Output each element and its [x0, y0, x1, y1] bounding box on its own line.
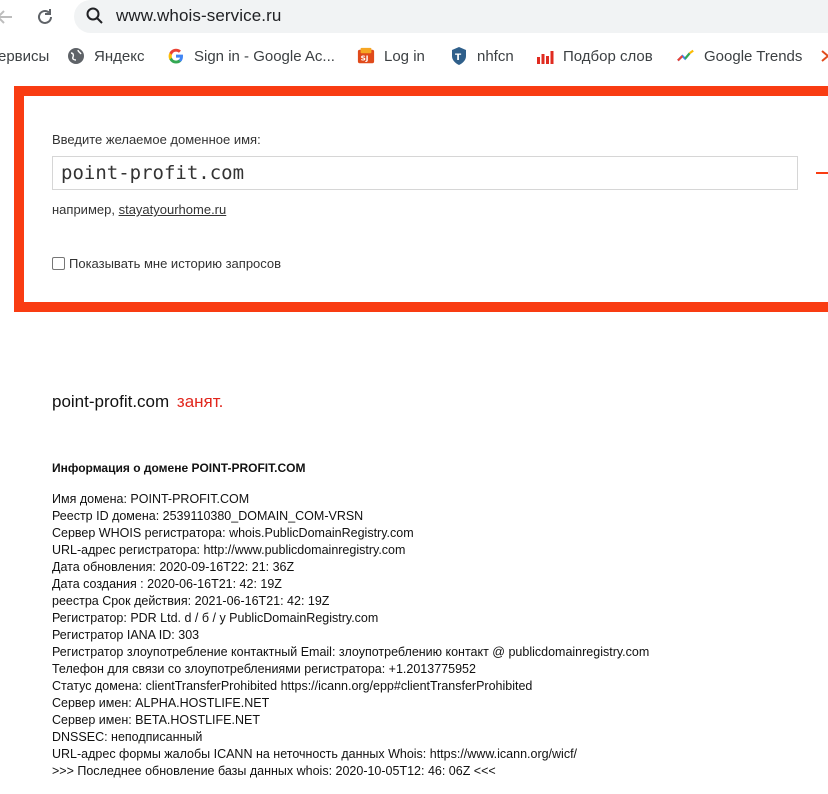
result-domain: point-profit.com: [52, 392, 170, 411]
bookmark-yandex[interactable]: Яндекс: [67, 45, 144, 67]
whois-line: Регистратор: PDR Ltd. d / б / у PublicDo…: [52, 611, 379, 625]
whois-line: Реестр ID домена: 2539110380_DOMAIN_COM-…: [52, 509, 364, 523]
whois-line: DNSSEC: неподписанный: [52, 730, 203, 744]
bookmark-label: Log in: [384, 47, 425, 65]
bookmark-google-signin[interactable]: Sign in - Google Ac...: [167, 45, 335, 67]
bookmark-label: Google Trends: [704, 47, 803, 65]
example-prefix: например,: [52, 202, 115, 217]
bookmarks-bar: ервисы Яндекс Sign in - Google Ac... SJ …: [0, 40, 828, 72]
svg-text:T: T: [455, 53, 462, 63]
bookmark-login[interactable]: SJ Log in: [357, 45, 425, 67]
domain-info-heading: Информация о домене POINT-PROFIT.COM: [52, 461, 306, 475]
domain-input-label: Введите желаемое доменное имя:: [52, 132, 261, 147]
whois-line: Имя домена: POINT-PROFIT.COM: [52, 492, 250, 506]
svg-text:SJ: SJ: [361, 54, 369, 63]
bookmarks-overflow-icon[interactable]: [820, 45, 828, 67]
globe-icon: [67, 47, 85, 65]
bookmark-label: Sign in - Google Ac...: [194, 47, 335, 65]
bookmark-label: Яндекс: [94, 47, 145, 65]
google-icon: [167, 47, 185, 65]
bookmark-word-selection[interactable]: Подбор слов: [536, 45, 653, 67]
bookmark-label: ервисы: [0, 47, 50, 65]
reload-icon[interactable]: [32, 4, 58, 30]
whois-line: Сервер имен: BETA.HOSTLIFE.NET: [52, 713, 260, 727]
whois-line: Статус домена: clientTransferProhibited …: [52, 679, 533, 693]
whois-line: Дата создания : 2020-06-16T21: 42: 19Z: [52, 577, 282, 591]
badge-icon: T: [450, 47, 468, 65]
example-hint: например, stayatyourhome.ru: [52, 202, 226, 217]
bar-chart-icon: [536, 47, 554, 65]
address-bar[interactable]: www.whois-service.ru: [74, 0, 828, 33]
whois-line: Регистратор IANA ID: 303: [52, 628, 200, 642]
bookmark-google-trends[interactable]: Google Trends: [677, 45, 802, 67]
whois-line: >>> Последнее обновление базы данных who…: [52, 764, 496, 778]
example-link[interactable]: stayatyourhome.ru: [119, 202, 227, 217]
search-icon: [86, 7, 104, 30]
whois-line: Телефон для связи со злоупотреблениями р…: [52, 662, 476, 676]
bookmark-services[interactable]: ервисы: [0, 45, 49, 67]
site-icon: SJ: [357, 47, 375, 65]
domain-input[interactable]: point-profit.com: [52, 156, 798, 190]
bookmark-label: Подбор слов: [563, 47, 653, 65]
back-arrow-icon[interactable]: [0, 4, 18, 30]
status-badge: занят.: [176, 392, 224, 411]
history-checkbox[interactable]: [52, 257, 65, 270]
domain-search-form: Введите желаемое доменное имя: point-pro…: [14, 86, 828, 312]
submit-button-edge[interactable]: [816, 172, 828, 174]
browser-toolbar: www.whois-service.ru: [0, 0, 828, 36]
whois-line: Сервер имен: ALPHA.HOSTLIFE.NET: [52, 696, 270, 710]
history-label: Показывать мне историю запросов: [69, 256, 282, 271]
history-toggle[interactable]: Показывать мне историю запросов: [52, 256, 281, 271]
whois-line: URL-адрес регистратора: http://www.publi…: [52, 543, 406, 557]
bookmark-nhfcn[interactable]: T nhfcn: [450, 45, 514, 67]
whois-record: Имя домена: POINT-PROFIT.COM Реестр ID д…: [52, 491, 649, 780]
whois-line: URL-адрес формы жалобы ICANN на неточнос…: [52, 747, 578, 761]
trends-icon: [677, 47, 695, 65]
url-text: www.whois-service.ru: [116, 6, 282, 25]
whois-line: реестра Срок действия: 2021-06-16T21: 42…: [52, 594, 330, 608]
whois-line: Дата обновления: 2020-09-16T22: 21: 36Z: [52, 560, 295, 574]
whois-line: Сервер WHOIS регистратора: whois.PublicD…: [52, 526, 414, 540]
whois-line: Регистратор злоупотребление контактный E…: [52, 645, 650, 659]
result-heading: point-profit.com занят.: [52, 392, 223, 412]
bookmark-label: nhfcn: [477, 47, 514, 65]
